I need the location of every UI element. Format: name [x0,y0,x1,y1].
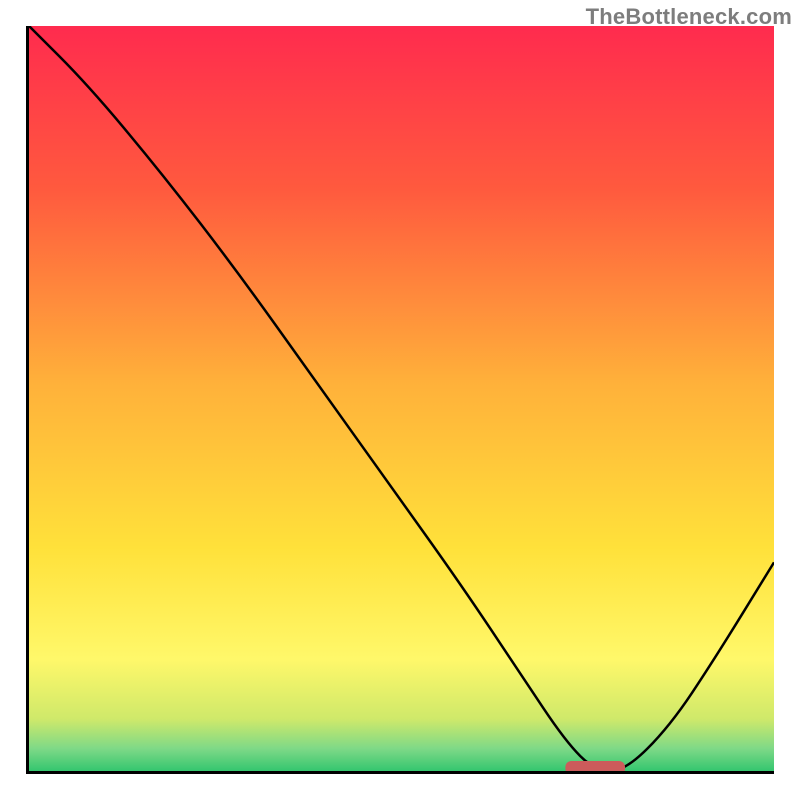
optimal-marker [565,761,625,771]
gradient-background [29,26,774,771]
plot-area [26,26,774,774]
chart-root: TheBottleneck.com [0,0,800,800]
chart-svg [29,26,774,771]
